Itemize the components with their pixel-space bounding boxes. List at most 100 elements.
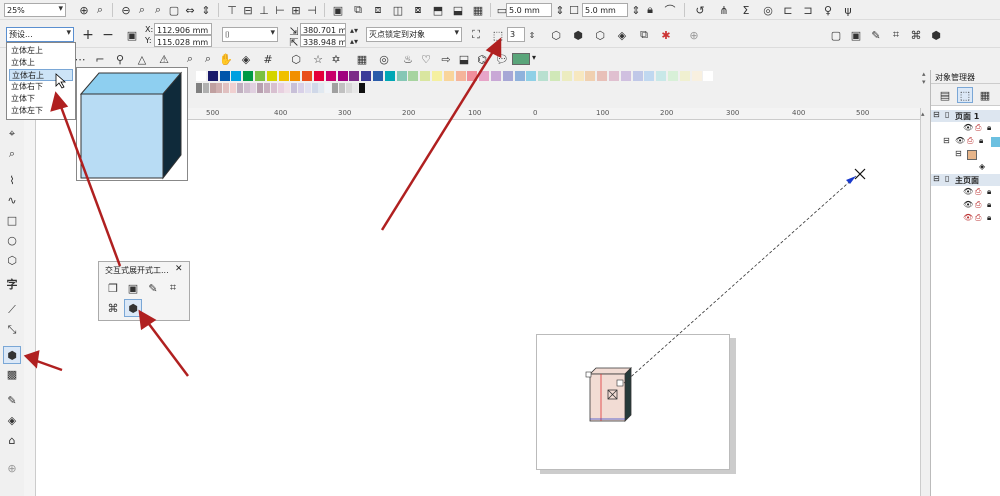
align-bottom-icon[interactable]: ⊥ [256,2,272,18]
preset-menu-item-selected[interactable]: 立体右上 [9,69,73,81]
palette-swatch[interactable] [266,71,277,81]
palette-swatch[interactable] [408,71,419,81]
connector-tool-icon[interactable]: ⤡ [4,322,20,338]
eye-icon[interactable]: 👁︎ [963,123,973,132]
vp-icon[interactable]: ⛶ [468,27,484,43]
checkbox-icon[interactable]: ☐ [566,2,582,18]
align-center-icon[interactable]: ⊞ [288,2,304,18]
zoom-tool-icon[interactable]: ⌕ [4,146,20,162]
blend-icon[interactable]: ⌘ [105,300,121,316]
palette-swatch[interactable] [644,71,655,81]
color-palette[interactable] [196,70,920,96]
palette-swatch[interactable] [396,71,407,81]
freehand-tool-icon[interactable]: ⌇ [4,172,20,188]
effect-distort-icon[interactable]: ✎ [868,27,884,43]
eye-icon[interactable]: 👁︎ [963,200,973,209]
palette-swatch[interactable] [691,71,702,81]
palette-swatch[interactable] [332,83,338,93]
print-icon[interactable]: ⎙ [975,123,981,133]
star-icon[interactable]: ☆ [310,51,326,67]
front-minus-back-icon[interactable]: ⬒ [430,2,446,18]
effect-envelope-icon[interactable]: ⌗ [888,27,904,43]
bucket-icon[interactable]: ⚲ [112,51,128,67]
curve-icon[interactable]: ↺ [692,2,708,18]
eye-icon[interactable]: 👁︎ [963,187,973,196]
preset-menu-item[interactable]: 立体左下 [9,105,73,117]
weld-icon[interactable]: ⧉ [350,2,366,18]
outline-width-field[interactable]: 5.0 mm [506,3,552,17]
back-minus-front-icon[interactable]: ⬓ [450,2,466,18]
palette-swatch[interactable] [270,83,277,93]
palette-swatch[interactable] [255,71,265,81]
tree-page1[interactable]: ⊟ ▯ 页面 1 [931,110,1000,122]
preset-menu-item[interactable]: 立体左上 [9,45,73,57]
palette-swatch[interactable] [202,83,209,93]
object-row[interactable]: ◈ [931,162,1000,174]
copy-props-icon[interactable]: ⧉ [636,27,652,43]
palette-swatch[interactable] [597,71,608,81]
parallel-dimension-icon[interactable]: ⟋ [4,302,20,318]
preset-select[interactable]: 预设... [6,27,74,42]
customize-toolbox-icon[interactable]: ⊕ [4,460,20,476]
palette-swatch[interactable] [264,83,270,93]
outline-width-field-2[interactable]: 5.0 mm [582,3,628,17]
layer-row[interactable]: 👁︎ ⎙ 🔒︎ [931,213,1000,225]
eye-off-icon[interactable]: 👁︎ [963,213,973,222]
object-row[interactable]: ⊟ [931,149,1000,161]
palette-swatch[interactable] [373,71,383,81]
lock-icon[interactable]: 🔒︎ [979,136,983,146]
flyout-close-icon[interactable]: ✕ [175,264,183,274]
palette-swatch[interactable] [284,83,291,93]
zoom-in-icon[interactable]: ⊕ [76,2,92,18]
hexagon-icon[interactable]: ⬡ [288,51,304,67]
x-position-field[interactable]: 112.906 mm [154,23,212,35]
heart-icon[interactable]: ♡ [418,51,434,67]
smart-fill-tool-icon[interactable]: ⌂ [4,432,20,448]
bevel-icon[interactable]: ⬡ [592,27,608,43]
palette-swatch[interactable] [561,71,572,81]
spiral-tool-icon[interactable]: ◎ [376,51,392,67]
layer-row[interactable]: 👁︎ ⎙ 🔒︎ [931,187,1000,199]
palette-swatch[interactable] [384,71,395,81]
print-icon[interactable]: ⎙ [967,136,973,146]
effect-shadow-icon[interactable]: ▢ [828,27,844,43]
effect-blend-icon[interactable]: ⌘ [908,27,924,43]
collapse-icon[interactable]: ⊟ [943,136,950,145]
palette-swatch[interactable] [609,71,619,81]
palette-swatch[interactable] [209,83,216,93]
add-icon[interactable]: ⊕ [686,27,702,43]
lock-icon[interactable]: 🔒︎ [987,123,991,133]
palette-swatch[interactable] [526,71,537,81]
align-middle-icon[interactable]: ⊟ [240,2,256,18]
palette-swatch[interactable] [337,71,348,81]
transparency-tool-icon[interactable]: ▩ [4,366,20,382]
search-icon[interactable]: ⌕ [182,51,198,67]
bracket-icon[interactable]: ⊏ [780,2,796,18]
simplify-icon[interactable]: ⧇ [410,2,426,18]
palette-swatch[interactable] [632,71,643,81]
extrude-tool-icon[interactable]: ⬢ [4,347,20,363]
align-top-icon[interactable]: ⊤ [224,2,240,18]
pin-icon[interactable]: ♀ [820,2,836,18]
palette-swatch[interactable] [585,71,596,81]
triangle-icon[interactable]: △ [134,51,150,67]
print-icon[interactable]: ⎙ [975,213,981,223]
palette-swatch[interactable] [491,71,501,81]
pick-tool-icon[interactable]: ⌖ [4,126,20,142]
palette-swatch[interactable] [432,71,442,81]
palette-swatch[interactable] [349,71,360,81]
preset-menu-item[interactable]: 立体上 [9,57,73,69]
height-field[interactable]: 338.948 mr [300,35,346,47]
extrusion-type-select[interactable]: ⌷ [222,27,278,42]
lock-icon[interactable]: 🔒︎ [987,200,991,210]
palette-swatch[interactable] [318,83,325,93]
ellipse-tool-icon[interactable]: ○ [4,232,20,248]
trim-icon[interactable]: ⧈ [370,2,386,18]
palette-swatch[interactable] [277,83,284,93]
palette-swatch[interactable] [668,71,678,81]
lighting-icon[interactable]: ◈ [614,27,630,43]
palette-swatch[interactable] [538,71,549,81]
canvas-scrollbar[interactable] [920,108,930,496]
boundary-icon[interactable]: ▦ [470,2,486,18]
palette-scroll[interactable]: ▴ ▾ [922,70,930,96]
